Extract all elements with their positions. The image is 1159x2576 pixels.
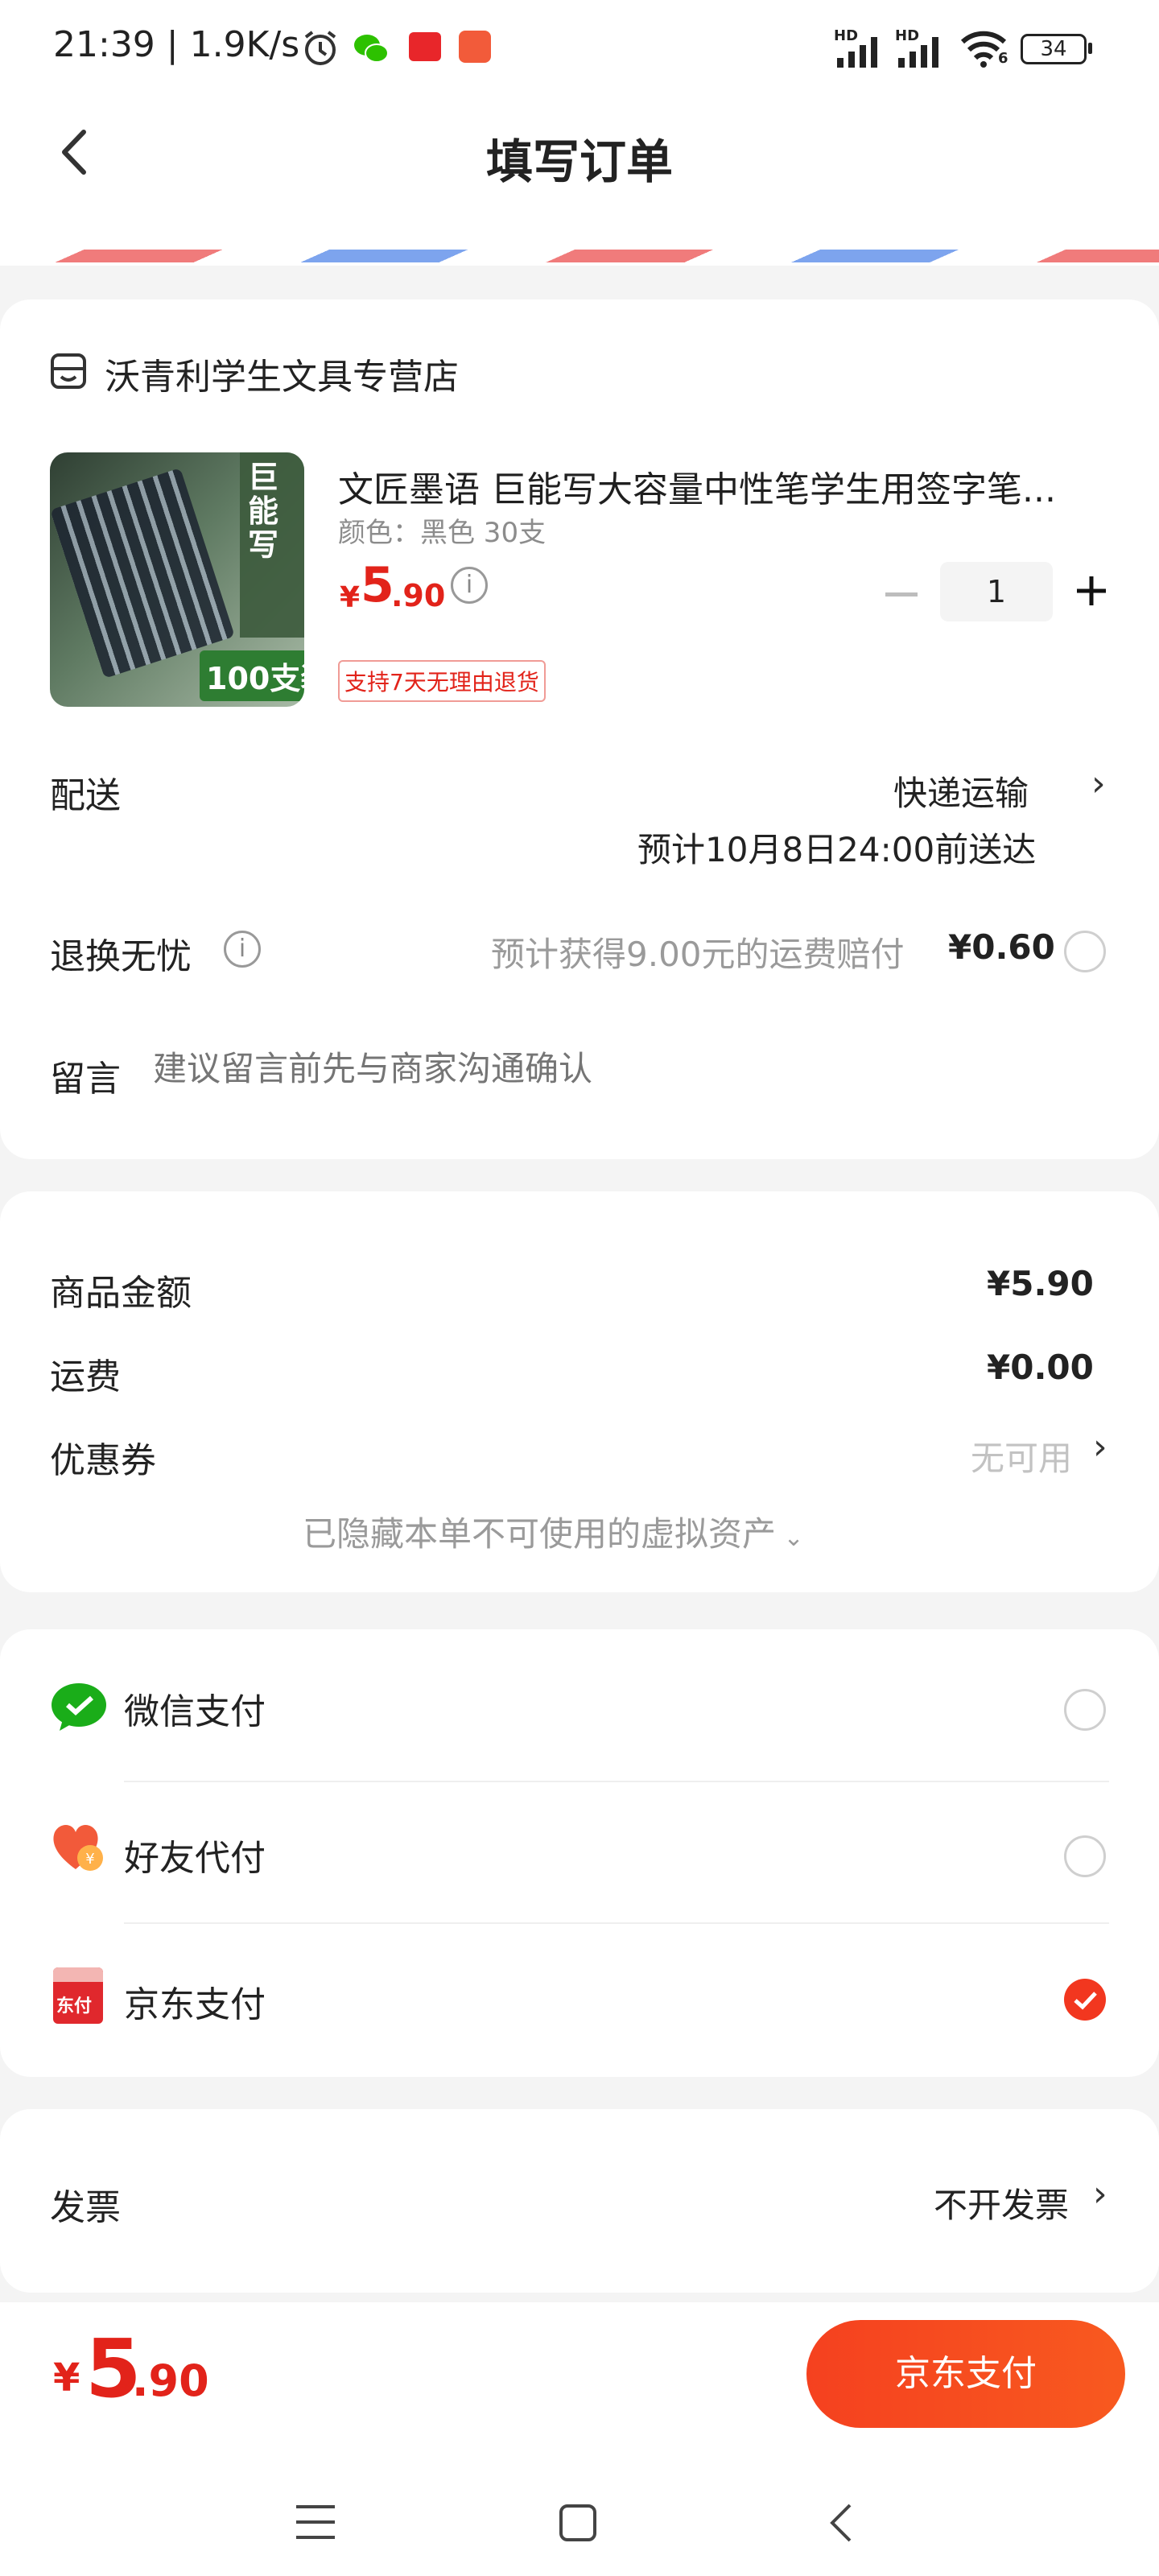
amount-summary-card: 商品金额 ¥5.90 运费 ¥0.00 优惠券 无可用 › 已隐藏本单不可使用的… (0, 1191, 1159, 1592)
hidden-assets-toggle[interactable]: 已隐藏本单不可使用的虚拟资产 ⌄ (303, 1507, 804, 1556)
product-price-decimal: .90 (391, 578, 446, 613)
app-notification-icon (409, 32, 441, 61)
invoice-chevron-icon[interactable]: › (1093, 2174, 1107, 2215)
home-nav-icon[interactable] (559, 2504, 597, 2545)
invoice-card[interactable]: 发票 不开发票 › (0, 2109, 1159, 2293)
coupon-chevron-icon[interactable]: › (1093, 1426, 1107, 1468)
status-bar: 21:39 | 1.9K/s HD HD 6 34 (0, 0, 1159, 97)
coupon-label: 优惠券 (50, 1440, 156, 1481)
back-nav-icon[interactable] (826, 2502, 858, 2547)
store-name[interactable]: 沃青利学生文具专营店 (105, 348, 459, 399)
invoice-value[interactable]: 不开发票 (934, 2178, 1069, 2227)
battery-level: 34 (1040, 37, 1067, 61)
wifi-badge: 6 (998, 50, 1008, 67)
delivery-label: 配送 (50, 775, 121, 816)
quantity-decrease-button[interactable] (885, 592, 918, 597)
order-item-card: 沃青利学生文具专营店 巨能写 100支装 文匠墨语 巨能写大容量中性笔学生用签字… (0, 299, 1159, 1159)
payment-option-label: 好友代付 (124, 1838, 266, 1879)
delivery-chevron-icon[interactable]: › (1091, 763, 1106, 804)
payment-radio[interactable] (1064, 1689, 1106, 1731)
menu-nav-icon[interactable] (295, 2504, 336, 2544)
shopping-app-icon (459, 31, 491, 63)
product-price-integer: 5 (361, 557, 394, 613)
product-image[interactable]: 巨能写 100支装 (50, 452, 304, 707)
product-price-symbol: ¥ (340, 581, 361, 614)
invoice-label: 发票 (50, 2187, 121, 2228)
total-price-symbol: ¥ (53, 2355, 80, 2401)
jd-pay-icon-text: 东付 (56, 1996, 93, 2017)
signal-icon-2 (897, 34, 948, 72)
hidden-assets-text: 已隐藏本单不可使用的虚拟资产 (303, 1514, 777, 1554)
shipping-fee-value: ¥0.00 (987, 1348, 1094, 1387)
message-input[interactable] (153, 1040, 1103, 1096)
payment-radio[interactable] (1064, 1835, 1106, 1877)
store-icon (50, 353, 87, 393)
wechat-notification-icon (351, 31, 391, 69)
payment-option-label: 微信支付 (124, 1691, 266, 1732)
payment-option-wechat[interactable]: 微信支付 (0, 1629, 1159, 1773)
jd-pay-icon: 东付 (53, 1967, 103, 2024)
return-insurance-label: 退换无忧 (50, 936, 192, 977)
return-policy-badge: 支持7天无理由退货 (338, 660, 546, 702)
battery-icon: 34 (1021, 34, 1087, 64)
alarm-icon (299, 27, 341, 72)
address-border-stripe (0, 217, 1159, 266)
total-price-decimal: .90 (132, 2355, 209, 2406)
goods-amount-value: ¥5.90 (987, 1264, 1094, 1303)
product-image-text-top: 巨能写 (248, 460, 279, 563)
payment-option-friend[interactable]: ¥ 好友代付 (0, 1782, 1159, 1921)
price-info-icon[interactable]: i (451, 567, 488, 604)
payment-option-label: 京东支付 (124, 1984, 266, 2025)
pay-button[interactable]: 京东支付 (806, 2320, 1125, 2428)
delivery-eta: 预计10月8日24:00前送达 (637, 830, 1037, 869)
payment-option-jd[interactable]: 东付 京东支付 (0, 1924, 1159, 2069)
quantity-field[interactable]: 1 (940, 562, 1053, 621)
product-title[interactable]: 文匠墨语 巨能写大容量中性笔学生用签字笔... (338, 460, 1111, 512)
return-insurance-checkbox[interactable] (1064, 931, 1106, 972)
quantity-increase-button[interactable] (1074, 573, 1109, 609)
product-variant[interactable]: 颜色：黑色 30支 (338, 510, 546, 550)
svg-text:¥: ¥ (85, 1851, 94, 1868)
chevron-down-icon: ⌄ (776, 1524, 804, 1552)
status-time-speed: 21:39 | 1.9K/s (53, 24, 300, 65)
goods-amount-label: 商品金额 (50, 1273, 192, 1314)
payment-method-card: 微信支付 ¥ 好友代付 东付 京东支付 (0, 1629, 1159, 2077)
delivery-method[interactable]: 快递运输 (893, 766, 1029, 815)
page-title: 填写订单 (485, 134, 673, 189)
return-insurance-info-icon[interactable]: i (224, 931, 261, 968)
shipping-fee-label: 运费 (50, 1356, 121, 1397)
signal-icon-1 (835, 34, 887, 72)
friend-pay-icon: ¥ (50, 1821, 108, 1877)
message-label: 留言 (50, 1059, 121, 1100)
coupon-value[interactable]: 无可用 (971, 1431, 1072, 1480)
checkout-bar: ¥ 5 .90 京东支付 (0, 2302, 1159, 2576)
product-image-badge: 100支装 (200, 650, 304, 701)
payment-radio-selected[interactable] (1064, 1979, 1106, 2021)
return-insurance-price: ¥0.60 (948, 927, 1055, 967)
return-insurance-desc: 预计获得9.00元的运费赔付 (491, 935, 905, 974)
wechat-pay-icon (50, 1681, 108, 1736)
top-nav: 填写订单 (0, 97, 1159, 217)
